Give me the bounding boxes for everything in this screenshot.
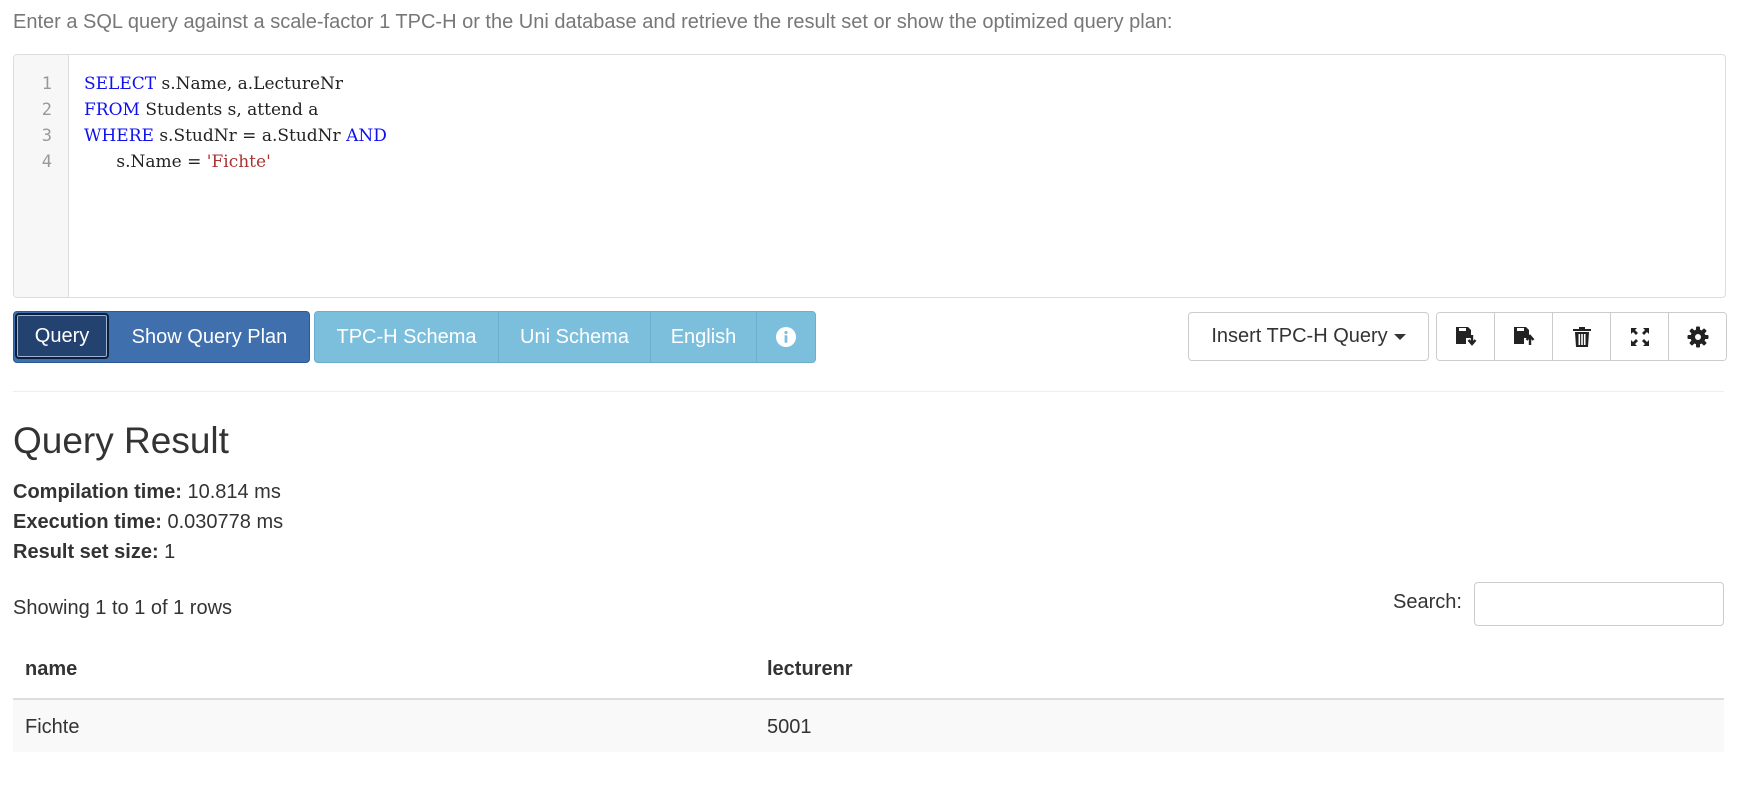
section-divider xyxy=(13,391,1724,392)
show-query-plan-button[interactable]: Show Query Plan xyxy=(110,312,309,362)
save-download-icon xyxy=(1455,326,1476,346)
sql-text: s.Name = xyxy=(84,152,207,172)
table-row: Fichte 5001 xyxy=(13,700,1724,752)
insert-query-label: Insert TPC-H Query xyxy=(1211,325,1388,347)
sql-keyword: WHERE xyxy=(84,126,154,146)
language-button[interactable]: English xyxy=(651,312,757,362)
sql-keyword: FROM xyxy=(84,100,140,120)
sql-text: s.Name, a.LectureNr xyxy=(156,74,344,94)
table-cell: Fichte xyxy=(25,716,80,738)
stat-label: Execution time: xyxy=(13,511,162,533)
tpch-schema-button[interactable]: TPC-H Schema xyxy=(315,312,499,362)
code-line: WHERE s.StudNr = a.StudNr AND xyxy=(84,123,387,149)
execution-time: Execution time: 0.030778 ms xyxy=(13,511,283,534)
result-set-size: Result set size: 1 xyxy=(13,541,175,564)
gear-icon xyxy=(1687,326,1708,347)
settings-button[interactable] xyxy=(1669,313,1726,360)
search-label: Search: xyxy=(1393,591,1462,613)
sql-text: s.StudNr = a.StudNr xyxy=(153,126,347,146)
save-upload-button[interactable] xyxy=(1495,313,1553,360)
schema-button-group: TPC-H Schema Uni Schema English xyxy=(314,311,816,363)
table-cell: 5001 xyxy=(767,716,812,738)
stat-value: 1 xyxy=(158,541,176,563)
caret-down-icon xyxy=(1393,333,1406,340)
editor-tool-group xyxy=(1436,312,1727,361)
uni-schema-button[interactable]: Uni Schema xyxy=(499,312,651,362)
intro-text: Enter a SQL query against a scale-factor… xyxy=(13,11,1173,33)
result-title: Query Result xyxy=(13,420,229,461)
fullscreen-icon xyxy=(1630,327,1649,346)
sql-keyword: SELECT xyxy=(84,74,157,94)
clear-button[interactable] xyxy=(1553,313,1611,360)
save-upload-icon xyxy=(1513,326,1534,345)
code-line: SELECT s.Name, a.LectureNr xyxy=(84,71,387,97)
code-line: s.Name = 'Fichte' xyxy=(84,149,387,175)
search-input[interactable] xyxy=(1474,582,1724,626)
line-number: 3 xyxy=(41,126,52,146)
query-action-group: Query Show Query Plan xyxy=(13,311,310,363)
table-header: name lecturenr xyxy=(13,646,1724,700)
stat-label: Compilation time: xyxy=(13,481,182,503)
insert-tpch-query-dropdown[interactable]: Insert TPC-H Query xyxy=(1188,312,1429,361)
compilation-time: Compilation time: 10.814 ms xyxy=(13,481,281,504)
column-header-lecturenr[interactable]: lecturenr xyxy=(767,658,853,681)
sql-string: 'Fichte' xyxy=(206,152,271,172)
pagination-info: Showing 1 to 1 of 1 rows xyxy=(13,597,233,619)
line-number: 1 xyxy=(41,74,52,94)
query-button[interactable]: Query xyxy=(15,313,109,359)
sql-keyword: AND xyxy=(346,126,387,146)
code-line: FROM Students s, attend a xyxy=(84,97,387,123)
line-number-gutter: 1 2 3 4 xyxy=(14,55,69,297)
line-number: 2 xyxy=(41,100,52,120)
stat-value: 10.814 ms xyxy=(181,481,281,503)
result-table: name lecturenr Fichte 5001 xyxy=(13,646,1724,752)
trash-icon xyxy=(1572,326,1591,347)
sql-editor[interactable]: 1 2 3 4 SELECT s.Name, a.LectureNr FROM … xyxy=(13,54,1726,298)
column-header-name[interactable]: name xyxy=(25,658,77,681)
sql-text: Students s, attend a xyxy=(139,100,319,120)
fullscreen-button[interactable] xyxy=(1611,313,1669,360)
stat-value: 0.030778 ms xyxy=(161,511,284,533)
line-number: 4 xyxy=(41,152,52,172)
stat-label: Result set size: xyxy=(13,541,159,563)
info-button[interactable] xyxy=(757,312,815,362)
info-icon xyxy=(776,327,796,347)
code-area[interactable]: SELECT s.Name, a.LectureNr FROM Students… xyxy=(84,71,387,175)
save-download-button[interactable] xyxy=(1437,313,1495,360)
